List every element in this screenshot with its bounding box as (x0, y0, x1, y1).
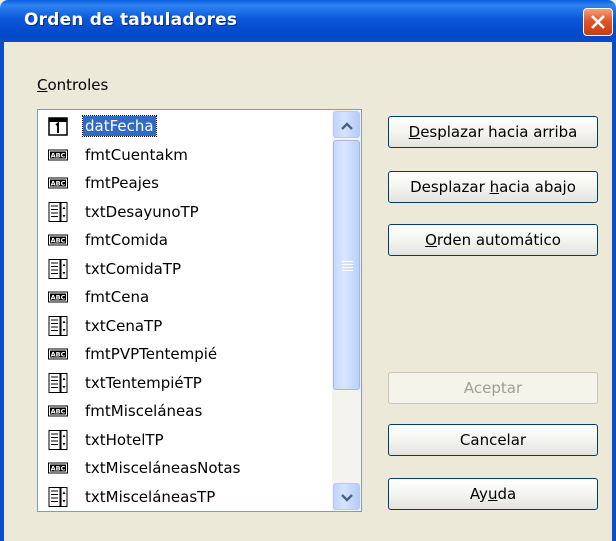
chevron-down-icon (340, 488, 353, 506)
date-field-icon (47, 115, 69, 137)
list-item[interactable]: datFecha (38, 112, 332, 140)
list-item-label: txtTentempiéTP (85, 373, 202, 392)
list-item[interactable]: ABC txtMisceláneasNotas (38, 454, 332, 482)
scroll-thumb[interactable] (333, 140, 360, 390)
list-item[interactable]: txtCenaTP (38, 312, 332, 340)
window-frame-right (612, 42, 616, 541)
formatted-field-icon: ABC (47, 286, 69, 308)
list-item[interactable]: txtMisceláneasTP (38, 483, 332, 511)
list-item-label: fmtMisceláneas (85, 402, 203, 420)
list-item-label: txtHotelTP (85, 430, 164, 449)
list-item[interactable]: ABC fmtComida (38, 226, 332, 254)
help-button[interactable]: Ayuda (388, 478, 598, 510)
formatted-field-icon: ABC (47, 172, 69, 194)
spin-field-icon (47, 315, 69, 337)
svg-text:ABC: ABC (51, 151, 66, 159)
list-item-label: datFecha (82, 115, 157, 137)
chevron-up-icon (340, 116, 353, 134)
tab-order-dialog: Orden de tabuladores Controles datFecha A… (0, 0, 616, 541)
spin-field-icon (47, 486, 69, 508)
svg-text:ABC: ABC (51, 294, 66, 302)
list-item-label: fmtComida (85, 231, 168, 249)
list-item-label: fmtPeajes (85, 174, 159, 192)
list-item[interactable]: ABC fmtPeajes (38, 169, 332, 197)
list-item[interactable]: txtHotelTP (38, 426, 332, 454)
svg-text:ABC: ABC (51, 465, 66, 473)
list-item[interactable]: ABC fmtCena (38, 283, 332, 311)
svg-text:ABC: ABC (51, 351, 66, 359)
list-item[interactable]: txtTentempiéTP (38, 369, 332, 397)
formatted-field-icon: ABC (47, 457, 69, 479)
move-down-button[interactable]: Desplazar hacia abajo (388, 171, 598, 203)
spin-field-icon (47, 429, 69, 451)
list-item-label: txtCenaTP (85, 316, 163, 335)
close-button[interactable] (583, 8, 613, 36)
svg-text:ABC: ABC (51, 408, 66, 416)
list-item-label: fmtCena (85, 288, 150, 306)
controls-listbox[interactable]: datFecha ABC fmtCuentakm ABC fmtPeajes txtDes… (37, 109, 362, 512)
list-item[interactable]: ABC fmtPVPTentempié (38, 340, 332, 368)
controls-group-label: Controles (37, 76, 109, 94)
list-item-label: txtDesayunoTP (85, 202, 199, 221)
list-item[interactable]: txtDesayunoTP (38, 198, 332, 226)
spin-field-icon (47, 201, 69, 223)
formatted-field-icon: ABC (47, 343, 69, 365)
list-item-label: txtComidaTP (85, 259, 181, 278)
list-item[interactable]: txtComidaTP (38, 255, 332, 283)
ok-button[interactable]: Aceptar (388, 372, 598, 404)
list-item-label: txtMisceláneasTP (85, 487, 216, 506)
auto-order-button[interactable]: Orden automático (388, 224, 598, 256)
formatted-field-icon: ABC (47, 229, 69, 251)
close-icon (590, 14, 606, 30)
list-item[interactable]: ABC fmtCuentakm (38, 141, 332, 169)
list-item-label: fmtCuentakm (85, 145, 188, 164)
controls-list: datFecha ABC fmtCuentakm ABC fmtPeajes txtDes… (38, 110, 332, 511)
list-item-label: txtMisceláneasNotas (85, 459, 241, 477)
dialog-title: Orden de tabuladores (24, 10, 238, 30)
svg-text:ABC: ABC (51, 237, 66, 245)
list-item-label: fmtPVPTentempié (85, 345, 218, 363)
move-up-button[interactable]: Desplazar hacia arriba (388, 116, 598, 148)
scroll-down-button[interactable] (333, 483, 360, 510)
scroll-up-button[interactable] (333, 111, 360, 138)
window-frame-left (0, 42, 4, 541)
svg-text:ABC: ABC (51, 180, 66, 188)
vertical-scrollbar[interactable] (332, 110, 361, 511)
title-bar[interactable]: Orden de tabuladores (0, 0, 616, 42)
grip-icon (342, 261, 353, 273)
list-item[interactable]: ABC fmtMisceláneas (38, 397, 332, 425)
formatted-field-icon: ABC (47, 144, 69, 166)
formatted-field-icon: ABC (47, 400, 69, 422)
cancel-button[interactable]: Cancelar (388, 424, 598, 456)
spin-field-icon (47, 372, 69, 394)
spin-field-icon (47, 258, 69, 280)
